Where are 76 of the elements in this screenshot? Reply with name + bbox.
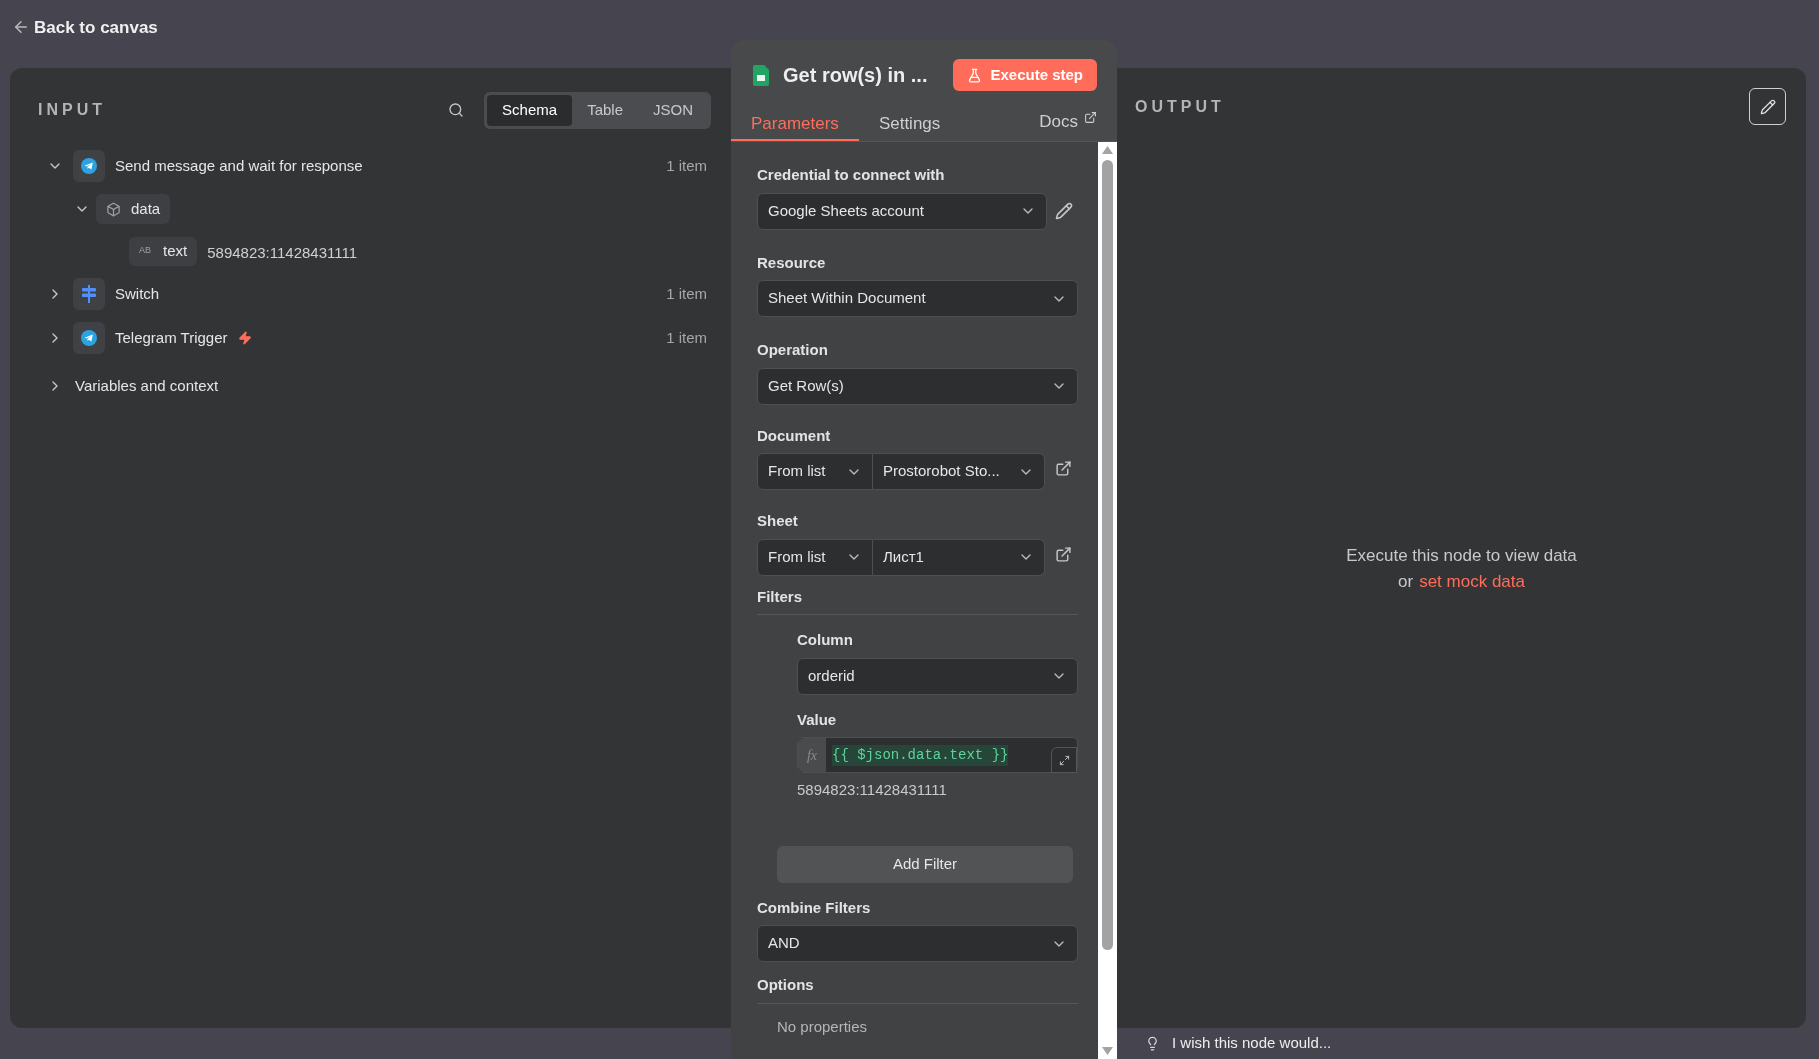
select-value: orderid	[808, 665, 856, 686]
select-value: Get Row(s)	[768, 375, 845, 396]
add-filter-button[interactable]: Add Filter	[777, 845, 1073, 883]
expression-code: {{ $json.data.text }}	[832, 744, 1009, 766]
field-label: Operation	[757, 340, 829, 360]
field-key-chip: AB text	[129, 236, 198, 266]
expression-field[interactable]: fx {{ $json.data.text }}	[797, 737, 1078, 773]
expression-preview: 5894823:11428431111	[797, 780, 948, 800]
item-count: 1 item	[666, 283, 707, 304]
dropdown-select[interactable]: Get Row(s)	[757, 367, 1078, 405]
field-label: Credential to connect with	[757, 165, 946, 185]
panel-title: OUTPUT	[1135, 96, 1225, 117]
empty-text: No properties	[777, 1016, 869, 1037]
object-key-chip: data	[96, 194, 171, 224]
node-title: Get row(s) in ...	[783, 63, 928, 88]
credential-select[interactable]: Google Sheets account	[757, 192, 1047, 230]
field-label: Document	[757, 425, 832, 446]
mode-select[interactable]: From list	[757, 538, 873, 576]
edit-button[interactable]	[1749, 88, 1786, 125]
docs-link[interactable]: Docs	[1039, 109, 1117, 141]
variables-item[interactable]: Variables and context	[75, 374, 219, 398]
field-label: Combine Filters	[757, 897, 872, 918]
select-value: Sheet Within Document	[768, 288, 927, 309]
spreadsheet-icon	[753, 64, 769, 86]
expand-button[interactable]	[1051, 747, 1077, 773]
panel-tab[interactable]: Settings	[858, 109, 961, 141]
column-select[interactable]: orderid	[797, 657, 1078, 695]
field-label: Column	[797, 630, 854, 650]
paper-plane-icon	[81, 330, 97, 346]
external-link-icon	[1084, 111, 1097, 124]
select-value: Лист1	[883, 546, 925, 567]
dropdown-select[interactable]: Sheet Within Document	[757, 280, 1078, 317]
node-name[interactable]: Switch	[115, 282, 160, 306]
cube-icon	[106, 201, 121, 217]
field-label: Value	[797, 709, 838, 730]
item-count: 1 item	[666, 155, 707, 176]
external-link-icon[interactable]	[1055, 460, 1072, 477]
pencil-icon	[1759, 98, 1776, 115]
search-icon[interactable]	[448, 102, 465, 118]
lightning-icon	[237, 331, 252, 345]
section-title: Options	[757, 974, 1078, 1004]
view-tab[interactable]: Schema	[487, 94, 573, 126]
resource-select[interactable]: Prostorobot Sto...	[873, 453, 1045, 490]
flask-icon	[967, 67, 983, 83]
lightbulb-icon	[1145, 1036, 1160, 1051]
set-mock-data-link[interactable]: set mock data	[1419, 568, 1525, 594]
view-tab[interactable]: Table	[572, 94, 638, 126]
field-label: Resource	[757, 252, 827, 273]
select-value: AND	[768, 933, 801, 954]
node-name[interactable]: Telegram Trigger	[115, 326, 228, 350]
signpost-icon	[81, 285, 97, 303]
field-value: 5894823:11428431111	[207, 242, 358, 263]
external-link-icon[interactable]	[1055, 545, 1072, 563]
pencil-icon[interactable]	[1055, 202, 1073, 220]
node-name[interactable]: Send message and wait for response	[115, 154, 363, 178]
fx-label: fx	[798, 738, 826, 772]
resource-select[interactable]: Лист1	[873, 538, 1045, 576]
panel-title: INPUT	[38, 100, 106, 120]
field-label: Sheet	[757, 511, 799, 531]
feedback-link[interactable]: I wish this node would...	[1172, 1032, 1332, 1055]
back-to-canvas-link[interactable]: Back to canvas	[12, 14, 158, 40]
expand-icon	[1058, 754, 1070, 766]
select-value: Google Sheets account	[768, 200, 925, 221]
scrollbar-thumb[interactable]	[1102, 160, 1113, 950]
empty-output-message: Execute this node to view data	[1346, 545, 1577, 567]
select-value: Prostorobot Sto...	[883, 461, 1001, 482]
view-tab[interactable]: JSON	[638, 94, 708, 126]
item-count: 1 item	[666, 327, 707, 348]
paper-plane-icon	[81, 158, 97, 174]
select-value: From list	[768, 546, 827, 567]
scrollbar[interactable]	[1098, 142, 1117, 1059]
dropdown-select[interactable]: AND	[757, 925, 1078, 962]
section-title: Filters	[757, 585, 1078, 615]
mode-select[interactable]: From list	[757, 453, 873, 490]
or-text: or	[1398, 570, 1414, 593]
select-value: From list	[768, 461, 827, 482]
